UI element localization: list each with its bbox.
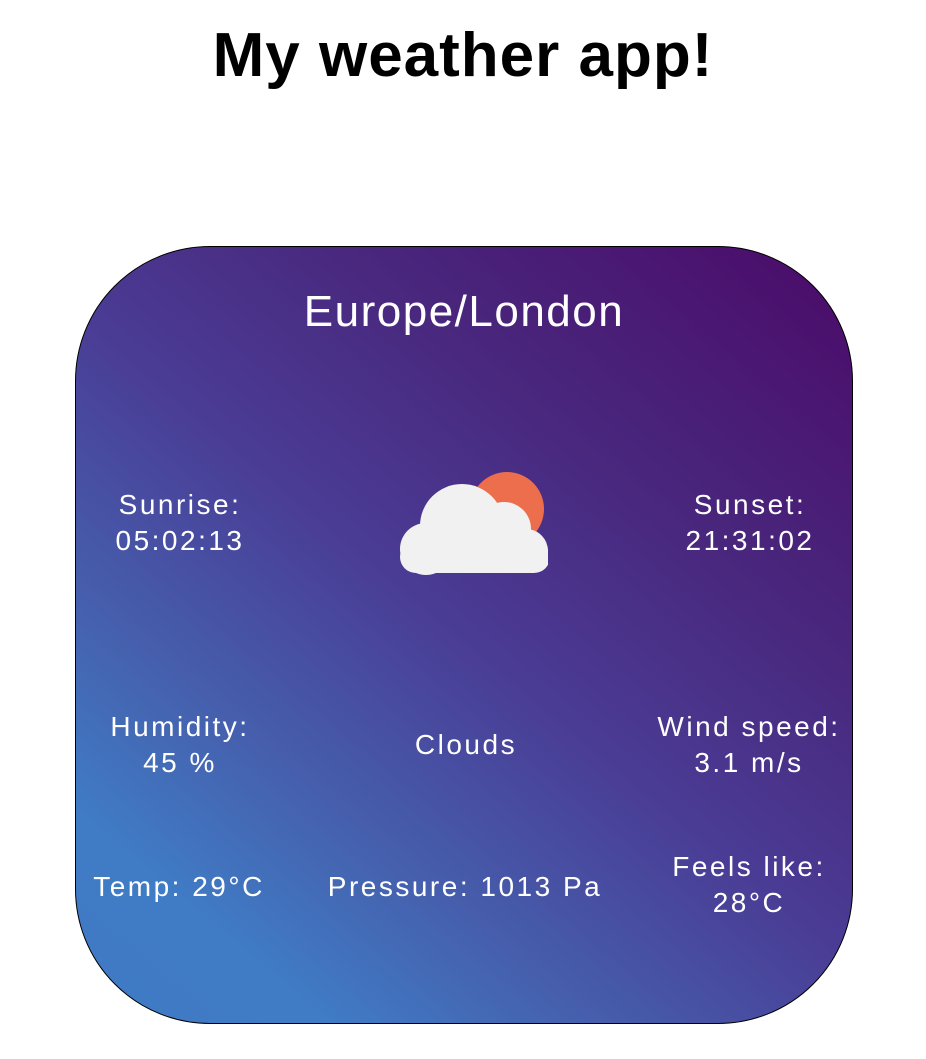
humidity-stat: Humidity: 45 % [90,709,270,781]
humidity-value: 45 % [143,747,217,778]
feels-like-value: 28°C [712,887,786,918]
partly-cloudy-icon [400,472,548,575]
sunrise-value: 05:02:13 [115,525,245,556]
sunset-stat: Sunset: 21:31:02 [660,487,840,559]
sunrise-label: Sunrise: [118,489,242,520]
sunset-value: 21:31:02 [685,525,815,556]
location-name: Europe/London [303,287,625,336]
temperature-stat: Temp: 29°C [93,871,265,902]
humidity-label: Humidity: [110,711,250,742]
page-title: My weather app! [212,21,714,90]
wind-speed-label: Wind speed: [657,711,841,742]
wind-speed-value: 3.1 m/s [694,747,804,778]
wind-speed-stat: Wind speed: 3.1 m/s [642,709,856,781]
feels-like-stat: Feels like: 28°C [654,849,844,921]
feels-like-label: Feels like: [672,851,826,882]
weather-card: Europe/London Sunrise: 05:02:13 Sunset: … [75,246,853,1024]
weather-condition: Clouds [414,729,518,760]
sunrise-stat: Sunrise: 05:02:13 [94,487,266,559]
sunset-label: Sunset: [693,489,807,520]
pressure-stat: Pressure: 1013 Pa [327,871,603,902]
